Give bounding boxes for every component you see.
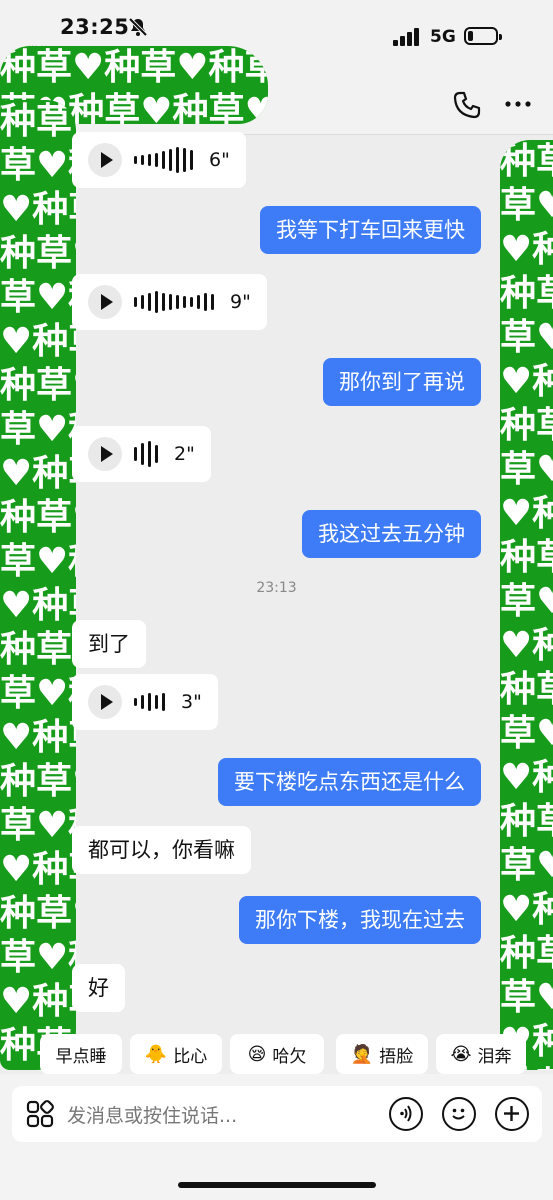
- message-text: 到了: [88, 632, 130, 656]
- voice-duration: 6": [209, 149, 230, 171]
- more-options-icon[interactable]: [503, 92, 533, 116]
- message-timestamp: 23:13: [256, 580, 297, 596]
- quick-reply-chip[interactable]: 早点睡: [40, 1034, 122, 1074]
- voice-duration: 2": [174, 443, 195, 465]
- message-text: 那你下楼，我现在过去: [255, 908, 465, 932]
- message-text: 要下楼吃点东西还是什么: [234, 770, 465, 794]
- emoji-icon: 😭: [450, 1043, 472, 1065]
- voice-duration: 9": [230, 291, 251, 313]
- waveform-icon: [134, 439, 158, 469]
- signal-icon: [393, 28, 421, 46]
- outgoing-message-bubble[interactable]: 要下楼吃点东西还是什么: [218, 758, 481, 806]
- quick-reply-chip[interactable]: 😭 泪奔: [436, 1034, 526, 1074]
- status-time: 23:25: [60, 15, 130, 39]
- incoming-message-bubble[interactable]: 好: [72, 964, 125, 1012]
- input-placeholder: 发消息或按住说话...: [67, 1105, 238, 1127]
- plus-glyph: [504, 1106, 519, 1121]
- emoji-icon: 😪: [247, 1043, 267, 1065]
- battery-icon: [464, 27, 502, 45]
- plus-icon[interactable]: [495, 1097, 529, 1131]
- smile-glyph: [452, 1108, 465, 1120]
- waveform-icon: [134, 145, 193, 175]
- emoji-icon: 🤦: [350, 1043, 374, 1065]
- quick-reply-chip[interactable]: 🤦 捂脸: [336, 1034, 428, 1074]
- emoji-icon: 🐥: [144, 1043, 168, 1065]
- sticker-text: 种草♥种草♥种草♥: [0, 47, 268, 88]
- quick-reply-label: 哈欠: [272, 1046, 307, 1067]
- emoji-icon[interactable]: [442, 1097, 476, 1131]
- message-text: 我这过去五分钟: [318, 522, 465, 546]
- message-text: 好: [88, 976, 109, 1000]
- quick-reply-chip[interactable]: 🐥 比心: [130, 1034, 222, 1074]
- outgoing-message-bubble[interactable]: 那你到了再说: [323, 358, 481, 406]
- battery-level: [468, 31, 474, 41]
- bell-off-icon: [128, 17, 148, 37]
- message-text: 那你到了再说: [339, 370, 465, 394]
- voice-message-bubble[interactable]: 6": [72, 132, 246, 188]
- phone-call-icon[interactable]: [452, 90, 482, 120]
- voice-message-bubble[interactable]: 3": [72, 674, 218, 730]
- quick-reply-chip[interactable]: 😪 哈欠: [230, 1034, 324, 1074]
- incoming-message-bubble[interactable]: 都可以，你看嘛: [72, 826, 251, 874]
- quick-reply-label: 捂脸: [379, 1046, 414, 1067]
- voice-wave-glyph: [400, 1105, 412, 1122]
- voice-duration: 3": [181, 691, 202, 713]
- more-apps-icon[interactable]: [26, 1100, 54, 1128]
- waveform-icon: [134, 687, 165, 717]
- outgoing-message-bubble[interactable]: 我等下打车回来更快: [260, 206, 481, 254]
- quick-reply-label: 比心: [173, 1046, 208, 1067]
- quick-emoji-bar: 早点睡 🐥 比心 😪 哈欠 🤦 捂脸 😭 泪奔: [40, 1034, 553, 1074]
- network-type: 5G: [430, 27, 456, 47]
- quick-reply-label: 泪奔: [477, 1046, 512, 1067]
- quick-reply-label: 早点睡: [55, 1046, 107, 1067]
- voice-input-icon[interactable]: [389, 1097, 423, 1131]
- incoming-message-bubble[interactable]: 到了: [72, 620, 146, 668]
- voice-message-bubble[interactable]: 2": [72, 426, 211, 482]
- play-icon[interactable]: [88, 285, 122, 319]
- message-list[interactable]: 6" 我等下打车回来更快 9" 那你到了再说 2" 我这过去五分钟 23:13 到了 3" 要下楼…: [0, 132, 553, 1034]
- play-icon[interactable]: [88, 437, 122, 471]
- outgoing-message-bubble[interactable]: 我这过去五分钟: [302, 510, 481, 558]
- message-text: 我等下打车回来更快: [276, 218, 465, 242]
- outgoing-message-bubble[interactable]: 那你下楼，我现在过去: [239, 896, 481, 944]
- waveform-icon: [134, 287, 214, 317]
- home-indicator: [178, 1182, 376, 1188]
- play-icon[interactable]: [88, 685, 122, 719]
- message-text: 都可以，你看嘛: [88, 838, 235, 862]
- play-icon[interactable]: [88, 143, 122, 177]
- voice-message-bubble[interactable]: 9": [72, 274, 267, 330]
- message-input[interactable]: 发消息或按住说话...: [12, 1086, 542, 1142]
